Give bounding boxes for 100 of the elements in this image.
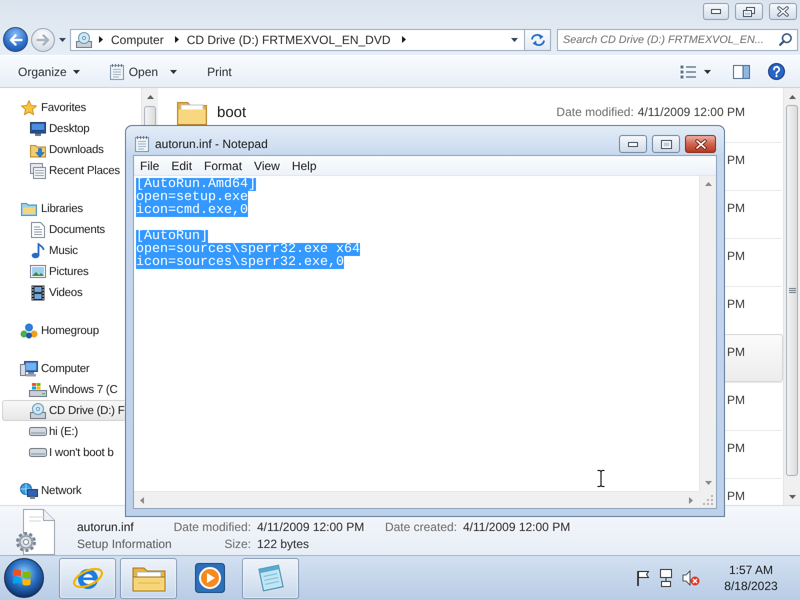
date-value: PM bbox=[727, 201, 745, 215]
refresh-icon[interactable] bbox=[530, 32, 546, 46]
nav-item[interactable]: Desktop bbox=[2, 118, 92, 139]
caret-icon[interactable] bbox=[72, 70, 80, 74]
library-folder-icon bbox=[20, 201, 36, 216]
minimize-button[interactable] bbox=[619, 135, 647, 153]
scrollbar-thumb[interactable] bbox=[786, 105, 798, 476]
breadcrumb-arrow-icon[interactable] bbox=[99, 36, 103, 43]
nav-item[interactable]: CD Drive (D:) F bbox=[2, 400, 125, 421]
search-icon[interactable] bbox=[779, 33, 792, 46]
nav-item[interactable]: Music bbox=[2, 240, 81, 261]
breadcrumb[interactable]: Computer bbox=[106, 30, 172, 50]
nav-item[interactable]: Videos bbox=[2, 282, 86, 303]
address-bar[interactable]: Computer CD Drive (D:) FRTMEXVOL_EN_DVD bbox=[70, 28, 525, 50]
menu-item[interactable]: View bbox=[248, 156, 286, 174]
back-button[interactable] bbox=[3, 27, 28, 52]
taskbar-button[interactable] bbox=[59, 558, 116, 598]
nav-item[interactable]: Homegroup bbox=[2, 320, 102, 341]
scroll-up-icon[interactable] bbox=[704, 182, 712, 186]
vertical-scrollbar[interactable] bbox=[141, 88, 158, 125]
text-cursor-icon bbox=[597, 470, 605, 487]
minimize-icon bbox=[711, 9, 721, 14]
arrow-right-icon bbox=[36, 34, 50, 46]
vertical-scrollbar[interactable] bbox=[783, 88, 800, 505]
nav-item[interactable]: Favorites bbox=[2, 97, 90, 118]
scroll-right-icon[interactable] bbox=[689, 496, 693, 504]
field-label: Size: bbox=[224, 537, 252, 551]
monitor-icon bbox=[30, 122, 46, 136]
file-type: Setup Information bbox=[77, 537, 173, 551]
scroll-up-icon[interactable] bbox=[146, 94, 154, 98]
close-button[interactable] bbox=[769, 3, 797, 20]
menu-item[interactable]: File bbox=[134, 156, 166, 174]
preview-pane-icon[interactable] bbox=[733, 64, 750, 78]
taskbar-button[interactable] bbox=[194, 563, 224, 593]
notepad-icon bbox=[110, 64, 124, 80]
menu-item[interactable]: Help bbox=[286, 156, 323, 174]
caret-icon[interactable] bbox=[511, 38, 518, 42]
close-icon bbox=[694, 138, 706, 150]
caret-icon[interactable] bbox=[704, 70, 711, 74]
start-orb-icon[interactable] bbox=[4, 558, 44, 598]
nav-item[interactable]: Pictures bbox=[2, 261, 92, 282]
help-icon[interactable] bbox=[768, 63, 785, 80]
clock-time: 1:57 AM bbox=[728, 562, 774, 578]
speaker-muted-icon[interactable] bbox=[682, 570, 700, 586]
menu-item[interactable]: Edit bbox=[165, 156, 198, 174]
caret-icon[interactable] bbox=[170, 70, 178, 74]
nav-item[interactable]: Recent Places bbox=[2, 160, 123, 181]
nav-item[interactable]: Documents bbox=[2, 219, 108, 240]
toolbar-button[interactable]: Print bbox=[199, 60, 240, 83]
picture-icon bbox=[30, 265, 46, 278]
file-name[interactable]: boot bbox=[217, 104, 246, 120]
size-grip-icon[interactable] bbox=[703, 495, 713, 505]
vertical-scrollbar[interactable] bbox=[699, 176, 716, 491]
view-list-icon[interactable] bbox=[680, 64, 696, 78]
scroll-up-icon[interactable] bbox=[788, 94, 796, 98]
grip-lines-icon bbox=[788, 288, 796, 293]
search-field[interactable]: Search CD Drive (D:) FRTMEXVOL_EN... bbox=[557, 28, 798, 50]
drive-icon bbox=[28, 427, 46, 436]
breadcrumb[interactable]: CD Drive (D:) FRTMEXVOL_EN_DVD bbox=[182, 30, 398, 50]
homegroup-icon bbox=[20, 322, 38, 338]
toolbar-button[interactable]: Organize bbox=[10, 60, 88, 83]
horizontal-scrollbar[interactable] bbox=[134, 491, 699, 508]
nav-item[interactable]: Downloads bbox=[2, 139, 107, 160]
breadcrumb-arrow-icon[interactable] bbox=[174, 36, 179, 43]
nav-item[interactable]: Libraries bbox=[2, 198, 86, 219]
scroll-down-icon[interactable] bbox=[704, 481, 712, 485]
date-value: PM bbox=[727, 489, 745, 503]
flag-icon[interactable] bbox=[636, 570, 650, 586]
menu-item[interactable]: Format bbox=[198, 156, 248, 174]
toolbar-button[interactable]: Open bbox=[102, 60, 186, 83]
computer-icon bbox=[20, 360, 38, 376]
restore-icon bbox=[743, 6, 755, 16]
nav-item[interactable]: I won't boot b bbox=[2, 442, 117, 463]
field-value: 4/11/2009 12:00 PM bbox=[463, 520, 570, 534]
window-title: autorun.inf - Notepad bbox=[155, 137, 269, 151]
refresh-button[interactable] bbox=[525, 28, 551, 50]
star-icon bbox=[20, 100, 36, 116]
close-button[interactable] bbox=[685, 135, 716, 153]
nav-item[interactable]: hi (E:) bbox=[2, 421, 81, 442]
taskbar-button[interactable] bbox=[120, 558, 177, 598]
nav-item[interactable]: Computer bbox=[2, 358, 92, 379]
film-strip-icon bbox=[30, 284, 44, 300]
scroll-left-icon[interactable] bbox=[140, 496, 144, 504]
date-value: PM bbox=[727, 393, 745, 407]
caret-icon[interactable] bbox=[59, 38, 66, 42]
close-icon bbox=[777, 6, 789, 17]
nav-item[interactable]: Windows 7 (C bbox=[2, 379, 121, 400]
date-value: PM bbox=[727, 297, 745, 311]
scroll-down-icon[interactable] bbox=[788, 494, 796, 498]
scrollbar-thumb[interactable] bbox=[144, 106, 156, 125]
minimize-button[interactable] bbox=[703, 3, 729, 20]
date-value: 4/11/2009 12:00 PM bbox=[638, 105, 745, 119]
date-label: Date modified: bbox=[556, 105, 634, 119]
nav-item[interactable]: Network bbox=[2, 480, 84, 501]
breadcrumb-arrow-icon[interactable] bbox=[402, 36, 406, 43]
music-note-icon bbox=[30, 242, 44, 258]
network-status-icon[interactable] bbox=[658, 569, 674, 587]
restore-button[interactable] bbox=[735, 3, 763, 20]
system-drive-icon bbox=[28, 382, 46, 396]
maximize-button[interactable] bbox=[652, 135, 680, 153]
